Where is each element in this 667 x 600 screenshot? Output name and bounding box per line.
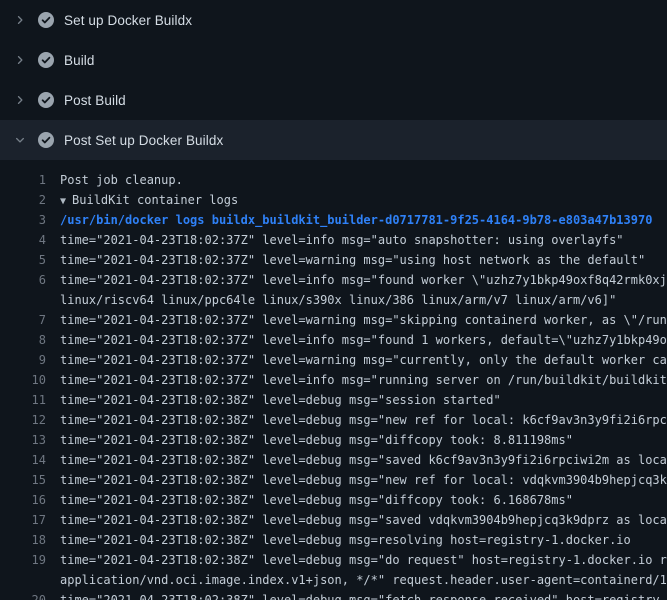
chevron-right-icon bbox=[12, 52, 28, 68]
line-number[interactable]: 1 bbox=[0, 170, 46, 190]
log-text: time="2021-04-23T18:02:38Z" level=debug … bbox=[60, 490, 667, 510]
step-title: Post Set up Docker Buildx bbox=[64, 133, 223, 148]
log-text: ▼BuildKit container logs bbox=[60, 190, 667, 210]
log-text: time="2021-04-23T18:02:37Z" level=info m… bbox=[60, 270, 667, 310]
log-line: 13 time="2021-04-23T18:02:38Z" level=debu… bbox=[0, 430, 667, 450]
line-number[interactable]: 20 bbox=[0, 590, 46, 600]
line-number[interactable]: 4 bbox=[0, 230, 46, 250]
step-title: Post Build bbox=[64, 93, 126, 108]
success-check-icon bbox=[38, 132, 54, 148]
log-text: time="2021-04-23T18:02:38Z" level=debug … bbox=[60, 390, 667, 410]
log-text: time="2021-04-23T18:02:38Z" level=debug … bbox=[60, 470, 667, 490]
log-line: 11 time="2021-04-23T18:02:38Z" level=debu… bbox=[0, 390, 667, 410]
log-text: time="2021-04-23T18:02:38Z" level=debug … bbox=[60, 510, 667, 530]
log-text: time="2021-04-23T18:02:37Z" level=warnin… bbox=[60, 310, 667, 330]
success-check-icon bbox=[38, 92, 54, 108]
log-text: time="2021-04-23T18:02:37Z" level=info m… bbox=[60, 230, 667, 250]
step-list: Set up Docker Buildx Build Post Build Post … bbox=[0, 0, 667, 160]
line-number[interactable]: 9 bbox=[0, 350, 46, 370]
log-text: time="2021-04-23T18:02:38Z" level=debug … bbox=[60, 450, 667, 470]
line-number[interactable]: 12 bbox=[0, 410, 46, 430]
line-number[interactable]: 2 bbox=[0, 190, 46, 210]
line-number[interactable]: 3 bbox=[0, 210, 46, 230]
log-text: time="2021-04-23T18:02:37Z" level=info m… bbox=[60, 330, 667, 350]
line-number[interactable]: 16 bbox=[0, 490, 46, 510]
log-text: time="2021-04-23T18:02:38Z" level=debug … bbox=[60, 550, 667, 590]
log-text: time="2021-04-23T18:02:38Z" level=debug … bbox=[60, 430, 667, 450]
log-line[interactable]: 2 ▼BuildKit container logs bbox=[0, 190, 667, 210]
log-text: time="2021-04-23T18:02:37Z" level=warnin… bbox=[60, 350, 667, 370]
line-number[interactable]: 17 bbox=[0, 510, 46, 530]
line-number[interactable]: 7 bbox=[0, 310, 46, 330]
line-number[interactable]: 6 bbox=[0, 270, 46, 310]
step-header[interactable]: Set up Docker Buildx bbox=[0, 0, 667, 40]
log-text: time="2021-04-23T18:02:38Z" level=debug … bbox=[60, 590, 667, 600]
line-number[interactable]: 8 bbox=[0, 330, 46, 350]
log-line: 14 time="2021-04-23T18:02:38Z" level=debu… bbox=[0, 450, 667, 470]
log-line: 9 time="2021-04-23T18:02:37Z" level=warni… bbox=[0, 350, 667, 370]
log-line: 16 time="2021-04-23T18:02:38Z" level=debu… bbox=[0, 490, 667, 510]
chevron-down-icon bbox=[12, 132, 28, 148]
step-header[interactable]: Build bbox=[0, 40, 667, 80]
success-check-icon bbox=[38, 12, 54, 28]
actions-log-viewer: Set up Docker Buildx Build Post Build Post … bbox=[0, 0, 667, 600]
log-line: 17 time="2021-04-23T18:02:38Z" level=debu… bbox=[0, 510, 667, 530]
log-line: 15 time="2021-04-23T18:02:38Z" level=debu… bbox=[0, 470, 667, 490]
log-line: 10 time="2021-04-23T18:02:37Z" level=info… bbox=[0, 370, 667, 390]
line-number[interactable]: 19 bbox=[0, 550, 46, 590]
log-lines: 1 Post job cleanup. 2 ▼BuildKit container l… bbox=[0, 160, 667, 600]
step-header[interactable]: Post Build bbox=[0, 80, 667, 120]
line-number[interactable]: 14 bbox=[0, 450, 46, 470]
group-toggle-icon[interactable]: ▼ bbox=[60, 192, 66, 210]
log-line: 20 time="2021-04-23T18:02:38Z" level=debu… bbox=[0, 590, 667, 600]
log-line: 6 time="2021-04-23T18:02:37Z" level=info … bbox=[0, 270, 667, 310]
log-text: time="2021-04-23T18:02:38Z" level=debug … bbox=[60, 530, 667, 550]
log-line: 1 Post job cleanup. bbox=[0, 170, 667, 190]
log-line: 5 time="2021-04-23T18:02:37Z" level=warni… bbox=[0, 250, 667, 270]
success-check-icon bbox=[38, 52, 54, 68]
step-title: Set up Docker Buildx bbox=[64, 13, 192, 28]
line-number[interactable]: 13 bbox=[0, 430, 46, 450]
line-number[interactable]: 15 bbox=[0, 470, 46, 490]
log-line: 19 time="2021-04-23T18:02:38Z" level=debu… bbox=[0, 550, 667, 590]
line-number[interactable]: 5 bbox=[0, 250, 46, 270]
log-line: 3/usr/bin/docker logs buildx_buildkit_bu… bbox=[0, 210, 667, 230]
log-line: 18 time="2021-04-23T18:02:38Z" level=debu… bbox=[0, 530, 667, 550]
line-number[interactable]: 18 bbox=[0, 530, 46, 550]
step-title: Build bbox=[64, 53, 95, 68]
step-header[interactable]: Post Set up Docker Buildx bbox=[0, 120, 667, 160]
log-line: 12 time="2021-04-23T18:02:38Z" level=debu… bbox=[0, 410, 667, 430]
log-line: 7 time="2021-04-23T18:02:37Z" level=warni… bbox=[0, 310, 667, 330]
log-line: 4 time="2021-04-23T18:02:37Z" level=info … bbox=[0, 230, 667, 250]
line-number[interactable]: 11 bbox=[0, 390, 46, 410]
log-line: 8 time="2021-04-23T18:02:37Z" level=info … bbox=[0, 330, 667, 350]
log-text: Post job cleanup. bbox=[60, 170, 667, 190]
log-text: time="2021-04-23T18:02:38Z" level=debug … bbox=[60, 410, 667, 430]
line-number[interactable]: 10 bbox=[0, 370, 46, 390]
command-text: /usr/bin/docker logs buildx_buildkit_bui… bbox=[60, 210, 667, 230]
log-text: time="2021-04-23T18:02:37Z" level=info m… bbox=[60, 370, 667, 390]
chevron-right-icon bbox=[12, 12, 28, 28]
chevron-right-icon bbox=[12, 92, 28, 108]
log-text: time="2021-04-23T18:02:37Z" level=warnin… bbox=[60, 250, 667, 270]
